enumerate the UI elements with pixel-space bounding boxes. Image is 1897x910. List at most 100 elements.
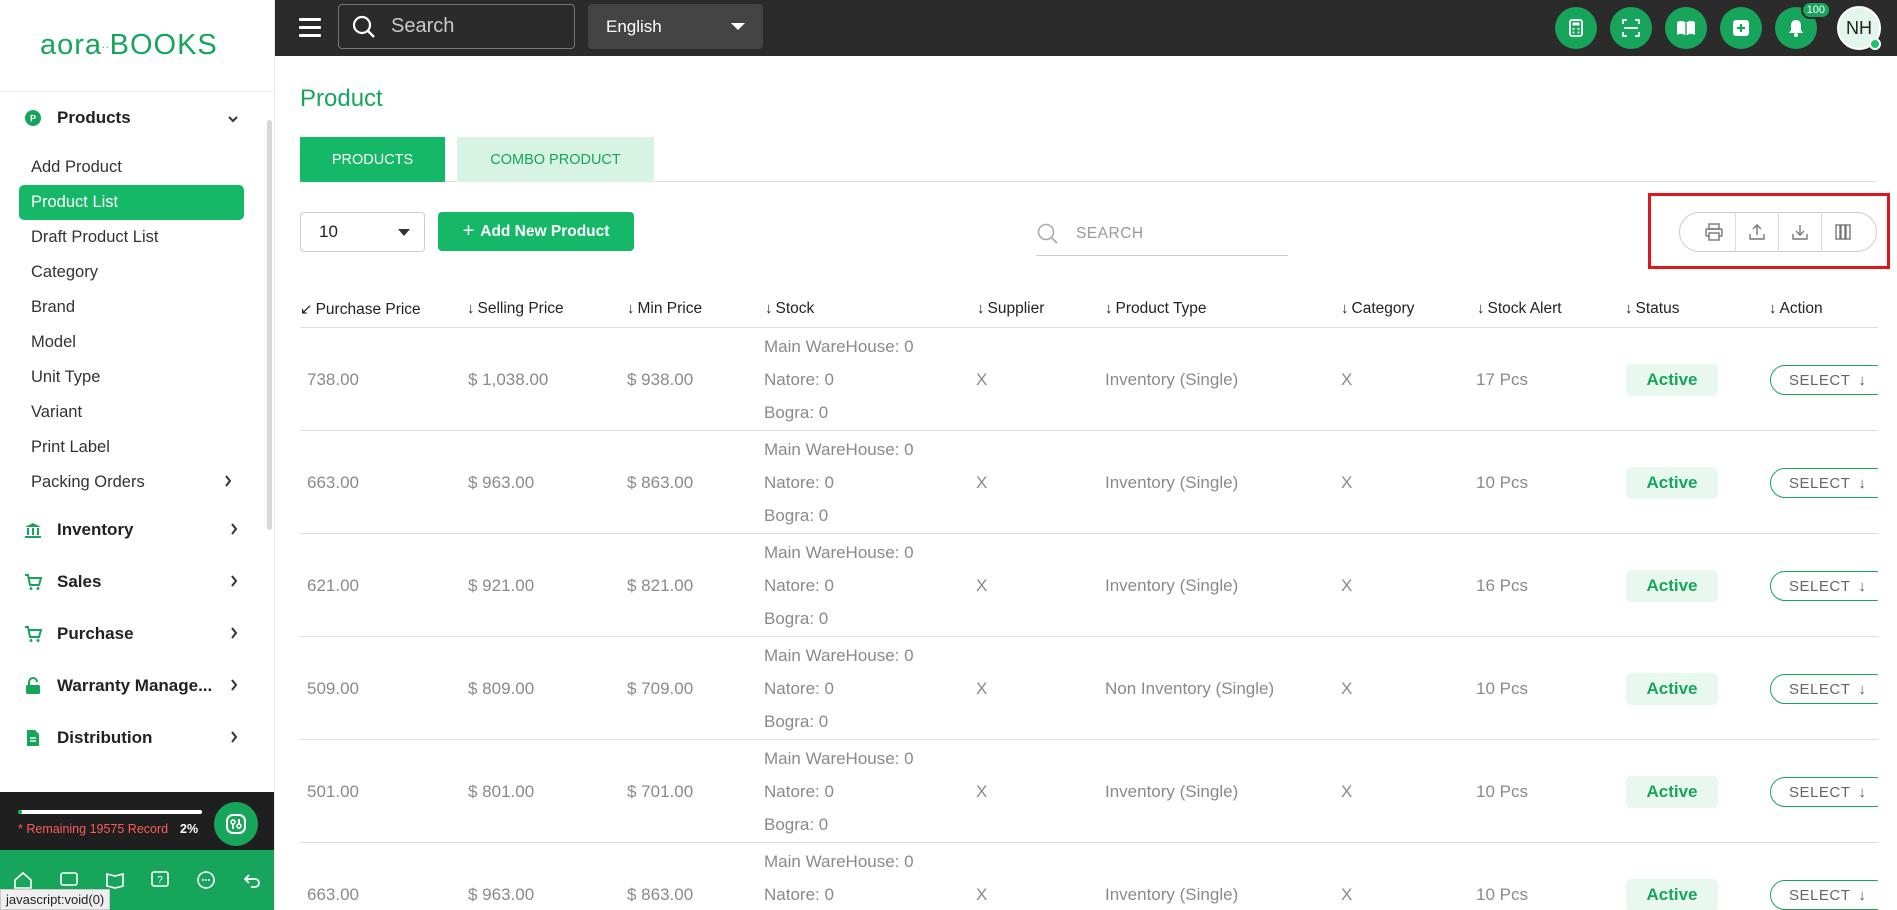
sidebar-item-model[interactable]: Model (19, 325, 244, 360)
top-icon-bar: 100 NH (1555, 0, 1897, 56)
action-select-button[interactable]: SELECT ↓ (1770, 777, 1878, 807)
user-avatar[interactable]: NH (1837, 6, 1881, 50)
settings-toggle-button[interactable] (214, 802, 258, 846)
sidebar-group-products[interactable]: P Products (0, 92, 266, 144)
col-purchase-price[interactable]: ↙ Purchase Price (300, 300, 421, 319)
undo-icon[interactable] (237, 865, 267, 895)
col-category[interactable]: ↓ Category (1341, 300, 1414, 318)
per-page-select[interactable]: 10 (300, 212, 425, 252)
sidebar-group-purchase[interactable]: Purchase (0, 608, 266, 660)
sidebar-group-label: Purchase (57, 624, 134, 643)
col-min-price[interactable]: ↓ Min Price (627, 300, 702, 318)
col-supplier[interactable]: ↓ Supplier (977, 300, 1044, 318)
sidebar-group-inventory[interactable]: Inventory (0, 504, 266, 556)
stock-main-warehouse: Main WareHouse: 0 (764, 439, 914, 459)
caret-down-icon (731, 23, 745, 30)
support-chat-icon[interactable] (191, 865, 221, 895)
scan-icon[interactable] (1610, 7, 1652, 49)
stock-bogra: Bogra: 0 (764, 814, 829, 834)
col-label: Status (1635, 300, 1680, 317)
cell-min-price: $ 701.00 (627, 781, 694, 801)
sidebar-item-label: Variant (31, 403, 83, 421)
menu-toggle-button[interactable] (299, 15, 321, 39)
col-stock-alert[interactable]: ↓ Stock Alert (1477, 300, 1562, 318)
bank-icon (24, 521, 42, 539)
col-label: Product Type (1115, 300, 1207, 317)
cell-supplier: X (976, 884, 988, 904)
cell-stock: Main WareHouse: 0Natore: 0Bogra: 0 (764, 740, 914, 843)
cell-min-price: $ 821.00 (627, 575, 694, 595)
sidebar-item-add-product[interactable]: Add Product (19, 150, 244, 185)
stock-natore: Natore: 0 (764, 575, 834, 595)
language-select[interactable]: English (588, 4, 763, 49)
chevron-right-icon (230, 730, 238, 746)
notification-bell-icon[interactable]: 100 (1775, 1, 1831, 49)
stock-natore: Natore: 0 (764, 884, 834, 904)
cell-purchase-price: 738.00 (307, 369, 359, 389)
cell-category: X (1341, 369, 1353, 389)
sidebar-item-product-list[interactable]: Product List (19, 185, 244, 220)
notification-badge: 100 (1800, 1, 1831, 19)
sidebar-item-category[interactable]: Category (19, 255, 244, 290)
col-stock[interactable]: ↓ Stock (765, 300, 814, 318)
upload-icon[interactable] (1735, 213, 1778, 251)
cell-category: X (1341, 781, 1353, 801)
col-product-type[interactable]: ↓ Product Type (1105, 300, 1207, 318)
global-search-input[interactable]: Search (338, 4, 575, 49)
sidebar-item-label: Draft Product List (31, 228, 159, 246)
tab-combo-product[interactable]: COMBO PRODUCT (457, 137, 654, 182)
sidebar-item-brand[interactable]: Brand (19, 290, 244, 325)
cell-stock-alert: 10 Pcs (1476, 884, 1528, 904)
sidebar-item-unit-type[interactable]: Unit Type (19, 360, 244, 395)
sidebar-item-label: Packing Orders (31, 473, 145, 491)
action-select-button[interactable]: SELECT ↓ (1770, 880, 1878, 910)
calculator-icon[interactable] (1555, 7, 1597, 49)
col-action[interactable]: ↓ Action (1769, 300, 1823, 318)
caret-down-icon (398, 228, 410, 236)
download-icon[interactable] (1778, 213, 1821, 251)
remaining-records: * Remaining 19575 Record (18, 822, 169, 836)
cell-stock: Main WareHouse: 0Natore: 0Bogra: 0 (764, 843, 914, 910)
sidebar-group-label: Sales (57, 572, 102, 591)
cell-selling-price: $ 1,038.00 (468, 369, 549, 389)
sidebar-scrollbar[interactable] (267, 120, 272, 530)
cell-product-type: Inventory (Single) (1105, 472, 1239, 492)
action-select-label: SELECT (1789, 783, 1851, 801)
status-badge: Active (1626, 570, 1718, 602)
columns-icon[interactable] (1821, 213, 1864, 251)
col-status[interactable]: ↓ Status (1625, 300, 1679, 318)
action-select-button[interactable]: SELECT ↓ (1770, 365, 1878, 395)
action-select-button[interactable]: SELECT ↓ (1770, 674, 1878, 704)
action-select-button[interactable]: SELECT ↓ (1770, 468, 1878, 498)
sidebar-item-packing-orders[interactable]: Packing Orders (19, 465, 244, 500)
sidebar-item-draft-product-list[interactable]: Draft Product List (19, 220, 244, 255)
action-select-label: SELECT (1789, 371, 1851, 389)
table-row: 663.00 $ 963.00 $ 863.00 Main WareHouse: 0 N… (300, 843, 1878, 910)
stock-main-warehouse: Main WareHouse: 0 (764, 645, 914, 665)
action-select-label: SELECT (1789, 474, 1851, 492)
app-logo[interactable]: aora.. BOOKS (0, 0, 274, 92)
sidebar-group-sales[interactable]: Sales (0, 556, 266, 608)
sidebar-item-print-label[interactable]: Print Label (19, 430, 244, 465)
avatar-initials: NH (1846, 17, 1872, 38)
add-new-product-button[interactable]: + Add New Product (438, 212, 634, 251)
sidebar-item-variant[interactable]: Variant (19, 395, 244, 430)
sidebar-group-distribution[interactable]: Distribution (0, 712, 266, 764)
sidebar-group-warranty-manage[interactable]: Warranty Manage... (0, 660, 266, 712)
arrow-down-icon: ↓ (1858, 680, 1867, 698)
col-selling-price[interactable]: ↓ Selling Price (467, 300, 564, 318)
sidebar-item-label: Product List (31, 193, 119, 211)
col-label: Action (1779, 300, 1823, 317)
action-select-button[interactable]: SELECT ↓ (1770, 571, 1878, 601)
open-book-icon[interactable] (1665, 7, 1707, 49)
chevron-right-icon (230, 522, 238, 538)
chevron-right-icon (230, 626, 238, 642)
chevron-right-icon (224, 465, 232, 500)
table-search-input[interactable]: SEARCH (1036, 212, 1288, 256)
top-bar: Search English 100 NH (275, 0, 1897, 56)
cell-selling-price: $ 809.00 (468, 678, 535, 698)
tab-products[interactable]: PRODUCTS (300, 137, 445, 182)
add-square-icon[interactable] (1720, 7, 1762, 49)
print-icon[interactable] (1692, 213, 1735, 251)
help-icon[interactable]: ? (145, 865, 175, 895)
